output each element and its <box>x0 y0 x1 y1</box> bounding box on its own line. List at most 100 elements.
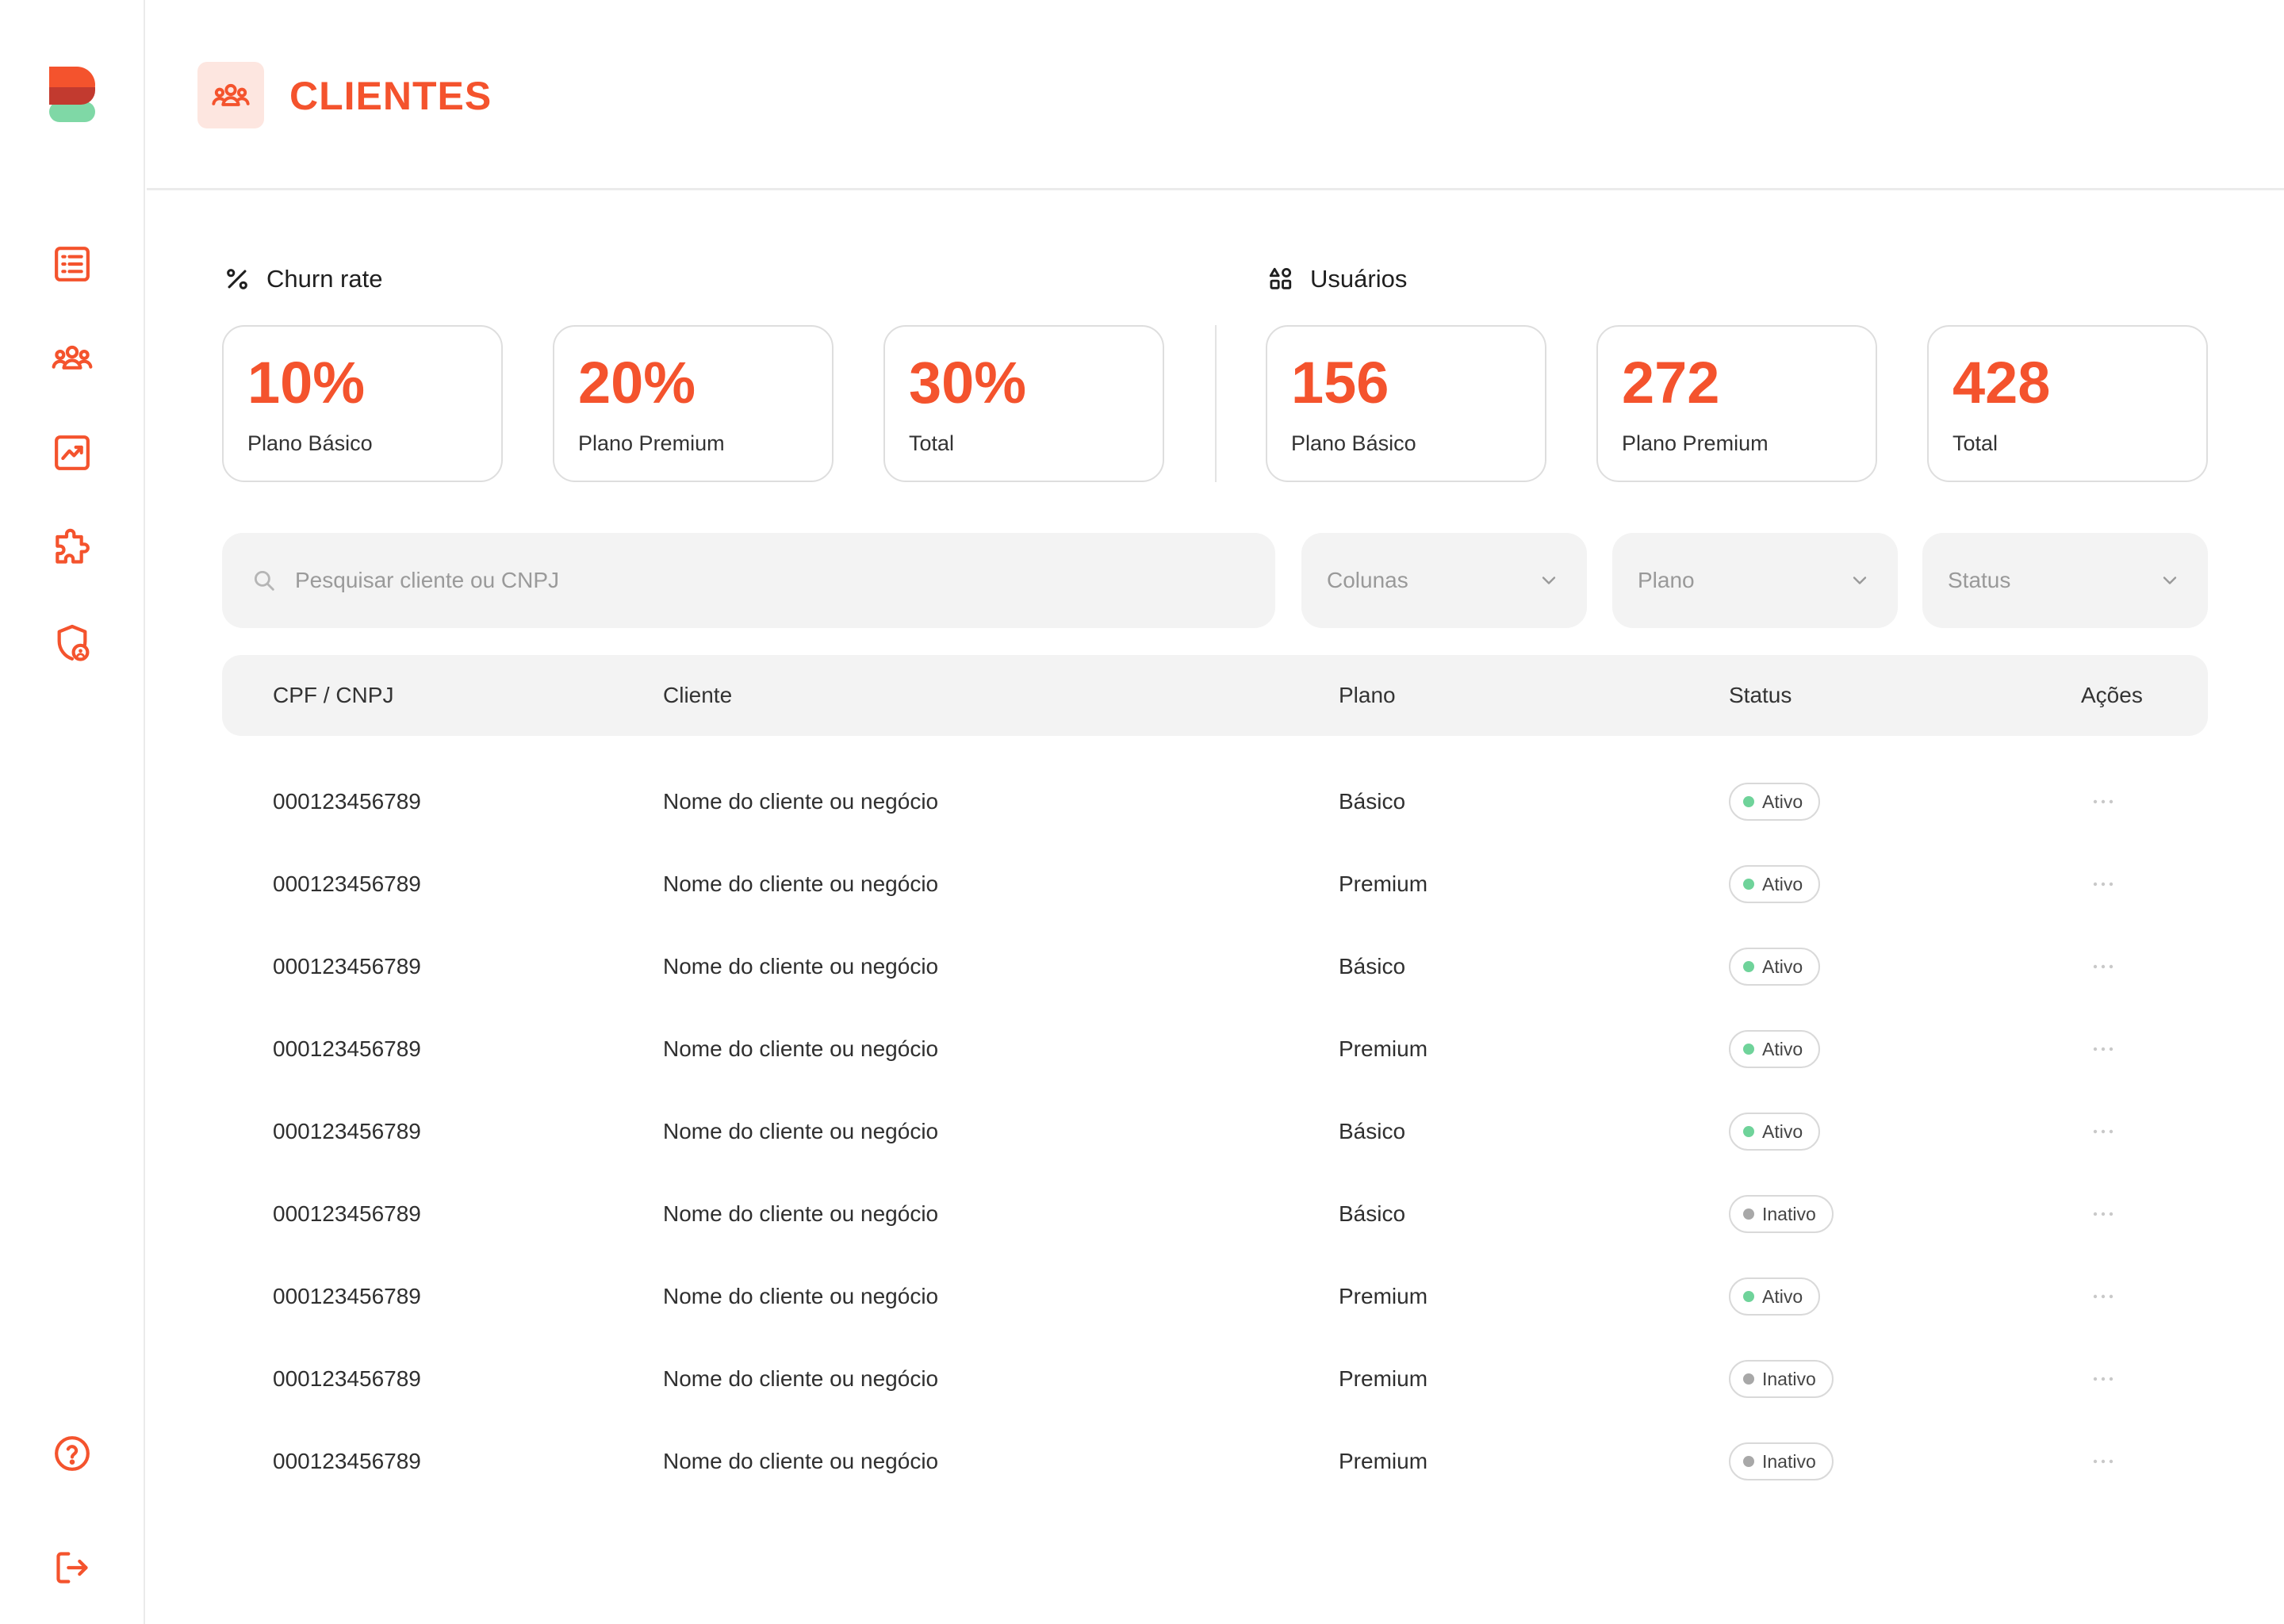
cell-doc: 000123456789 <box>273 1119 421 1143</box>
status-text: Inativo <box>1762 1450 1816 1472</box>
cell-client: Nome do cliente ou negócio <box>663 1036 939 1061</box>
stat-label: Plano Premium <box>1622 431 1769 455</box>
stat-label: Plano Premium <box>578 431 725 455</box>
header-actions: Ações <box>2081 683 2143 707</box>
churn-card-premium: 20% Plano Premium <box>553 325 834 482</box>
more-actions-icon[interactable] <box>2086 1279 2121 1314</box>
chart-icon[interactable] <box>48 428 97 477</box>
section-divider <box>1215 325 1217 482</box>
status-badge: Ativo <box>1729 783 1821 821</box>
cell-client: Nome do cliente ou negócio <box>663 1201 939 1226</box>
status-text: Inativo <box>1762 1368 1816 1389</box>
more-actions-icon[interactable] <box>2086 949 2121 984</box>
columns-dropdown-label: Colunas <box>1327 568 1408 592</box>
chevron-down-icon <box>2163 576 2177 584</box>
status-badge: Inativo <box>1729 1442 1834 1480</box>
more-actions-icon[interactable] <box>2086 1444 2121 1479</box>
header-plan[interactable]: Plano <box>1339 655 1396 736</box>
more-actions-icon[interactable] <box>2086 1032 2121 1067</box>
shapes-icon <box>1269 267 1292 289</box>
status-dot <box>1743 1456 1754 1467</box>
cell-doc: 000123456789 <box>273 1284 421 1308</box>
page-title: CLIENTES <box>289 74 492 118</box>
churn-title: Churn rate <box>266 265 383 293</box>
churn-card-total: 30% Total <box>883 325 1164 482</box>
stat-label: Total <box>909 431 955 455</box>
status-dot <box>1743 1373 1754 1385</box>
status-badge: Inativo <box>1729 1360 1834 1398</box>
cell-client: Nome do cliente ou negócio <box>663 954 939 979</box>
table-row[interactable]: 000123456789 Nome do cliente ou negócio … <box>222 1338 2208 1420</box>
table-row[interactable]: 000123456789 Nome do cliente ou negócio … <box>222 1420 2208 1503</box>
stat-value: 156 <box>1291 350 1389 416</box>
status-text: Ativo <box>1762 1120 1803 1142</box>
table-row[interactable]: 000123456789 Nome do cliente ou negócio … <box>222 1255 2208 1338</box>
columns-dropdown[interactable]: Colunas <box>1301 533 1587 628</box>
plan-dropdown[interactable]: Plano <box>1612 533 1898 628</box>
more-actions-icon[interactable] <box>2086 1197 2121 1231</box>
cell-doc: 000123456789 <box>273 1201 421 1226</box>
stat-value: 428 <box>1953 350 2051 416</box>
chevron-down-icon <box>1853 576 1867 584</box>
search-input[interactable] <box>295 568 1167 593</box>
cell-plan: Básico <box>1339 789 1406 814</box>
more-actions-icon[interactable] <box>2086 1114 2121 1149</box>
sidebar <box>0 0 145 1624</box>
puzzle-icon[interactable] <box>48 523 97 573</box>
cell-doc: 000123456789 <box>273 789 421 814</box>
app-logo[interactable] <box>49 67 95 122</box>
users-icon[interactable] <box>48 333 97 382</box>
users-section-title: Usuários <box>1267 265 1407 293</box>
stat-value: 20% <box>578 350 696 416</box>
cell-doc: 000123456789 <box>273 1449 421 1473</box>
status-dot <box>1743 879 1754 890</box>
users-card-total: 428 Total <box>1927 325 2208 482</box>
table-row[interactable]: 000123456789 Nome do cliente ou negócio … <box>222 1090 2208 1173</box>
help-icon[interactable] <box>48 1429 97 1478</box>
status-badge: Ativo <box>1729 1113 1821 1151</box>
status-text: Ativo <box>1762 873 1803 894</box>
table-row[interactable]: 000123456789 Nome do cliente ou negócio … <box>222 925 2208 1008</box>
status-dot <box>1743 796 1754 807</box>
header-client[interactable]: Cliente <box>663 655 732 736</box>
cell-doc: 000123456789 <box>273 954 421 979</box>
header-doc[interactable]: CPF / CNPJ <box>273 655 393 736</box>
cell-plan: Básico <box>1339 1119 1406 1143</box>
table-row[interactable]: 000123456789 Nome do cliente ou negócio … <box>222 843 2208 925</box>
cell-plan: Premium <box>1339 871 1428 896</box>
status-dropdown-label: Status <box>1948 568 2011 592</box>
search-box[interactable] <box>222 533 1275 628</box>
stat-value: 30% <box>909 350 1027 416</box>
cell-doc: 000123456789 <box>273 1366 421 1391</box>
stat-label: Total <box>1953 431 1998 455</box>
more-actions-icon[interactable] <box>2086 867 2121 902</box>
status-text: Ativo <box>1762 1285 1803 1307</box>
header-status[interactable]: Status <box>1729 655 1792 736</box>
table-row[interactable]: 000123456789 Nome do cliente ou negócio … <box>222 1173 2208 1255</box>
status-badge: Ativo <box>1729 1030 1821 1068</box>
status-badge: Ativo <box>1729 865 1821 903</box>
status-text: Ativo <box>1762 956 1803 977</box>
more-actions-icon[interactable] <box>2086 1362 2121 1396</box>
status-dot <box>1743 1126 1754 1137</box>
status-dot <box>1743 961 1754 972</box>
cell-client: Nome do cliente ou negócio <box>663 1449 939 1473</box>
stat-label: Plano Básico <box>247 431 373 455</box>
cell-client: Nome do cliente ou negócio <box>663 1119 939 1143</box>
status-text: Ativo <box>1762 791 1803 812</box>
cell-doc: 000123456789 <box>273 1036 421 1061</box>
table-row[interactable]: 000123456789 Nome do cliente ou negócio … <box>222 760 2208 843</box>
status-dropdown[interactable]: Status <box>1922 533 2208 628</box>
cell-plan: Premium <box>1339 1366 1428 1391</box>
logout-icon[interactable] <box>48 1543 97 1592</box>
cell-client: Nome do cliente ou negócio <box>663 1366 939 1391</box>
cell-client: Nome do cliente ou negócio <box>663 871 939 896</box>
shield-user-icon[interactable] <box>48 619 97 668</box>
table-header: CPF / CNPJ Cliente Plano Status Ações <box>222 655 2208 736</box>
cell-plan: Premium <box>1339 1036 1428 1061</box>
users-title: Usuários <box>1310 265 1408 293</box>
table-row[interactable]: 000123456789 Nome do cliente ou negócio … <box>222 1008 2208 1090</box>
more-actions-icon[interactable] <box>2086 784 2121 819</box>
list-icon[interactable] <box>48 239 97 289</box>
stat-label: Plano Básico <box>1291 431 1416 455</box>
